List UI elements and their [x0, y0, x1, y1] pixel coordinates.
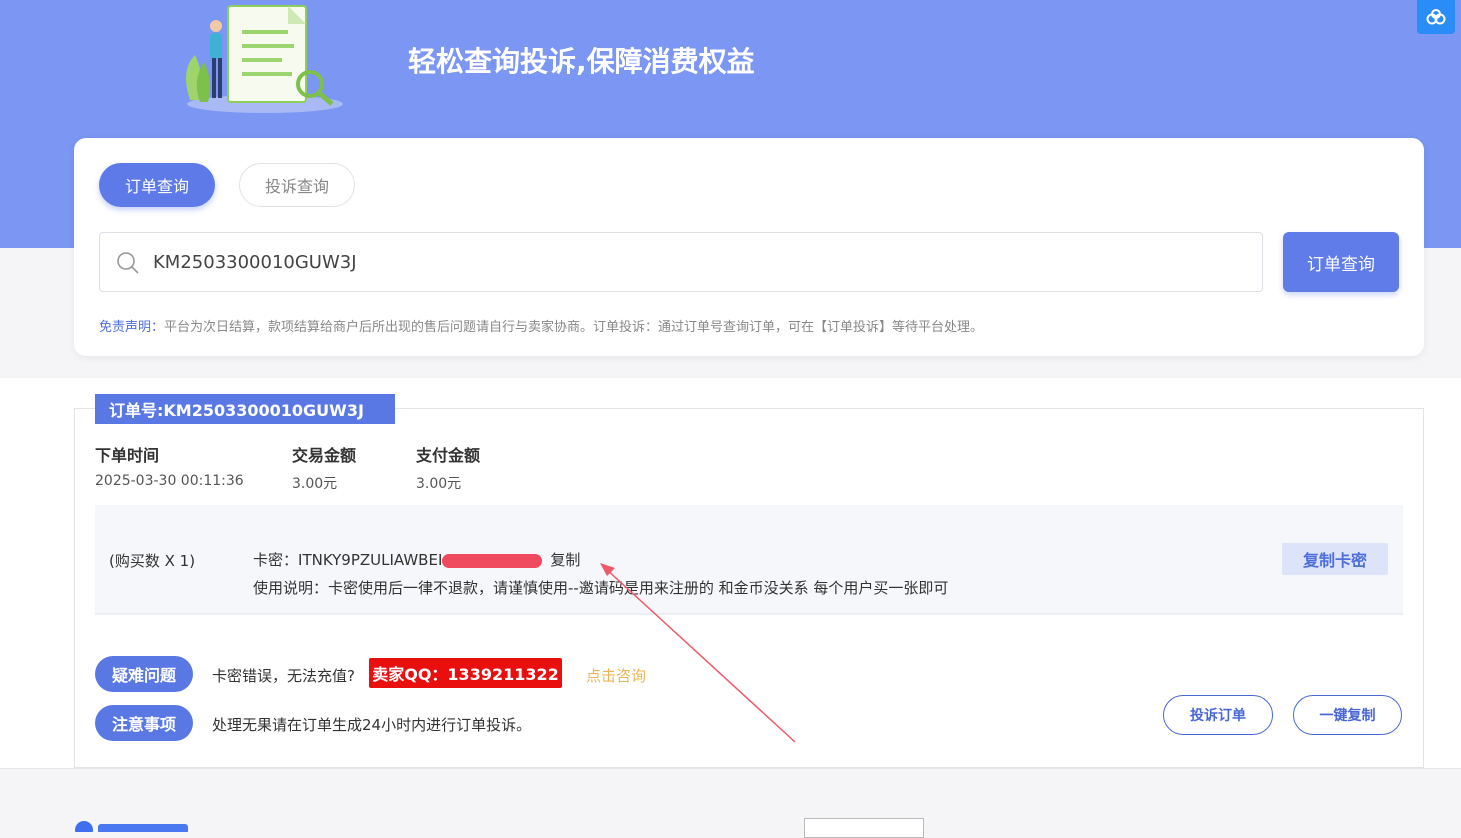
disclaimer: 免责声明：平台为次日结算，款项结算给商户后所出现的售后问题请自行与卖家协商。订单…: [99, 316, 983, 335]
footer-image: [804, 818, 924, 838]
usage-instructions: 使用说明：卡密使用后一律不退款，请谨慎使用--邀请码是用来注册的 和金币没关系 …: [253, 579, 949, 597]
search-input-value[interactable]: KM2503300010GUW3J: [153, 252, 357, 273]
consult-link[interactable]: 点击咨询: [586, 665, 646, 686]
search-input[interactable]: KM2503300010GUW3J: [99, 232, 1263, 292]
order-time: 下单时间 2025-03-30 00:11:36: [95, 442, 244, 489]
copy-link[interactable]: 复制: [550, 551, 580, 569]
trade-amount-label: 交易金额: [292, 446, 357, 465]
order-query-button[interactable]: 订单查询: [1283, 232, 1399, 292]
copy-card-key-button[interactable]: 复制卡密: [1282, 543, 1388, 575]
copy-all-button[interactable]: 一键复制: [1293, 695, 1402, 735]
seller-qq-badge[interactable]: 卖家QQ：1339211322: [369, 658, 562, 688]
hero-illustration: [186, 5, 343, 113]
cloud-icon: [1426, 9, 1446, 25]
card-key-value[interactable]: ITNKY9PZULIAWBEI: [298, 551, 442, 569]
redaction-mark: [442, 553, 543, 568]
order-number-tag: 订单号:KM2503300010GUW3J: [95, 394, 395, 424]
tab-complaint-query[interactable]: 投诉查询: [239, 163, 355, 207]
hero-title: 轻松查询投诉,保障消费权益: [408, 45, 755, 78]
footer-logo: [74, 818, 194, 832]
paid-amount-value: 3.00元: [416, 476, 462, 492]
complain-order-button[interactable]: 投诉订单: [1163, 695, 1273, 735]
notice-badge: 注意事项: [95, 705, 193, 741]
card-key-panel: (购买数 X 1) 卡密：ITNKY9PZULIAWBEI 复制 使用说明：卡密使…: [95, 505, 1403, 615]
purchase-quantity: (购买数 X 1): [109, 552, 196, 570]
tab-order-query[interactable]: 订单查询: [99, 163, 215, 207]
search-icon: [117, 252, 139, 274]
trade-amount-value: 3.00元: [292, 476, 338, 492]
order-time-value: 2025-03-30 00:11:36: [95, 473, 244, 489]
trade-amount: 交易金额 3.00元: [292, 442, 356, 493]
paid-amount-label: 支付金额: [416, 446, 481, 465]
difficult-issue-text: 卡密错误，无法充值?: [212, 667, 355, 685]
card-key-label: 卡密：: [253, 551, 299, 569]
order-time-label: 下单时间: [95, 446, 160, 465]
difficult-issue-badge: 疑难问题: [95, 656, 193, 692]
paid-amount: 支付金额 3.00元: [416, 442, 480, 493]
disclaimer-label: 免责声明：: [99, 320, 165, 335]
card-key-line: 卡密：ITNKY9PZULIAWBEI 复制: [253, 549, 580, 570]
search-card: 订单查询 投诉查询 KM2503300010GUW3J 订单查询 免责声明：平台…: [74, 138, 1424, 356]
disclaimer-text: 平台为次日结算，款项结算给商户后所出现的售后问题请自行与卖家协商。订单投诉：通过…: [164, 320, 984, 335]
cloud-button[interactable]: [1417, 0, 1455, 34]
notice-text: 处理无果请在订单生成24小时内进行订单投诉。: [212, 716, 532, 734]
